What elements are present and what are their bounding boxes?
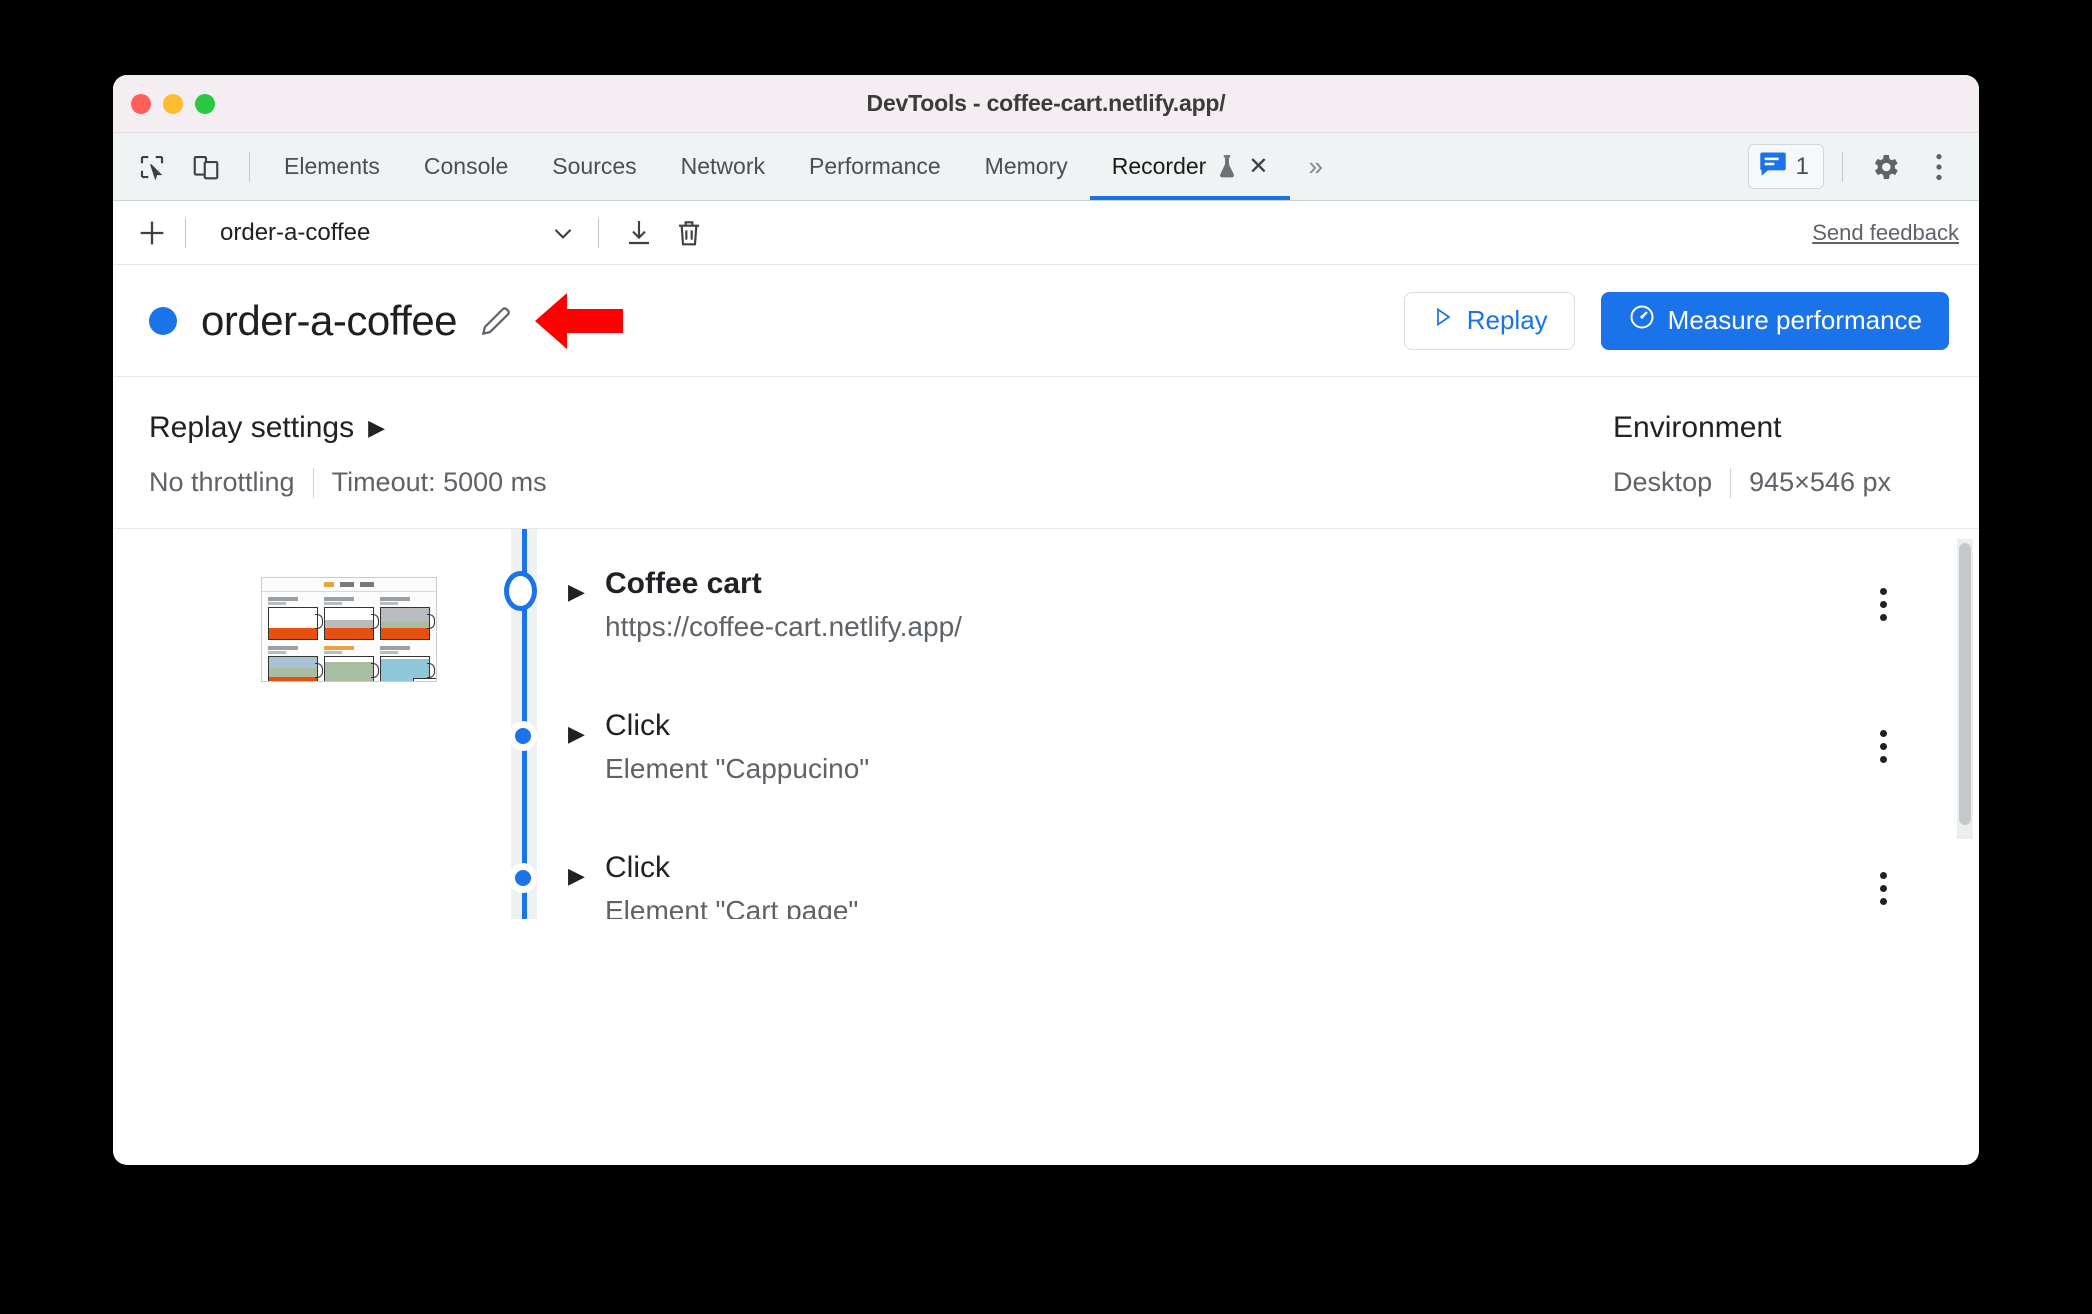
pencil-icon[interactable] [477, 302, 515, 340]
step-marker-start [504, 571, 537, 611]
red-arrow-annotation-icon [533, 290, 625, 352]
panel-tabs: Elements Console Sources Network Perform… [262, 133, 1291, 200]
window-titlebar: DevTools - coffee-cart.netlify.app/ [113, 75, 1979, 133]
toolbar-divider [249, 151, 250, 182]
close-icon[interactable]: ✕ [1248, 154, 1268, 179]
message-count-label: 1 [1795, 152, 1809, 180]
tab-label: Network [680, 153, 765, 179]
play-icon [1431, 305, 1455, 336]
more-tabs-icon[interactable]: » [1290, 133, 1336, 200]
measure-performance-button[interactable]: Measure performance [1600, 291, 1949, 350]
step-content: Click Element "Cappucino" [573, 701, 869, 821]
toolbar-divider [1842, 151, 1843, 182]
step-subtitle: https://coffee-cart.netlify.app/ [605, 611, 962, 642]
step-options-icon[interactable] [1865, 581, 1901, 627]
devtools-window: DevTools - coffee-cart.netlify.app/ Elem… [113, 75, 1979, 1165]
tab-label: Sources [552, 153, 637, 179]
tab-label: Performance [809, 153, 941, 179]
expand-step-icon[interactable]: ▶ [568, 723, 585, 745]
recording-title: order-a-coffee [201, 296, 458, 344]
viewport-value: 945×546 px [1749, 467, 1891, 497]
expand-step-icon[interactable]: ▶ [568, 865, 585, 887]
environment-heading: Environment [1613, 411, 1782, 444]
delete-recording-icon[interactable] [667, 211, 711, 255]
step-subtitle: Element "Cappucino" [605, 753, 870, 784]
recording-selector[interactable]: order-a-coffee [206, 218, 586, 248]
step-content: Coffee cart https://coffee-cart.netlify.… [573, 559, 962, 679]
tab-network[interactable]: Network [659, 133, 787, 200]
window-title: DevTools - coffee-cart.netlify.app/ [866, 90, 1226, 116]
step-options-icon[interactable] [1865, 865, 1901, 911]
steps-scrollbar[interactable] [1957, 539, 1973, 839]
step-subtitle: Element "Cart page" [605, 895, 859, 919]
step-marker-dot [509, 719, 537, 751]
step-row[interactable]: ▶ Click Element "Cart page" [113, 843, 1979, 919]
environment-summary: Desktop 945×546 px [1613, 467, 1891, 498]
tab-label: Elements [284, 153, 380, 179]
step-content: Click Element "Cart page" [573, 843, 858, 919]
step-title: Coffee cart [605, 567, 762, 600]
tab-recorder[interactable]: Recorder ✕ [1089, 133, 1291, 200]
replay-settings-toggle[interactable]: Replay settings ▶ [149, 411, 1613, 445]
replay-button[interactable]: Replay [1403, 291, 1575, 350]
recorder-toolbar: order-a-coffee Send feedback [113, 201, 1979, 265]
chevron-down-icon [548, 218, 586, 248]
selected-recording-label: order-a-coffee [220, 218, 371, 246]
replay-settings-heading: Replay settings [149, 411, 355, 444]
console-message-count-button[interactable]: 1 [1747, 144, 1824, 189]
devtools-tabstrip: Elements Console Sources Network Perform… [113, 133, 1979, 201]
expand-step-icon[interactable]: ▶ [568, 581, 585, 603]
tabstrip-left-icons [113, 133, 262, 200]
add-recording-button[interactable] [131, 212, 173, 254]
measure-performance-label: Measure performance [1667, 305, 1922, 335]
steps-list: ▶ Coffee cart https://coffee-cart.netlif… [113, 529, 1979, 919]
export-recording-icon[interactable] [617, 211, 661, 255]
step-row[interactable]: ▶ Coffee cart https://coffee-cart.netlif… [113, 559, 1979, 679]
tabstrip-right-icons: 1 [1747, 133, 1979, 200]
experimental-flask-icon [1216, 154, 1238, 180]
settings-environment-row: Replay settings ▶ No throttling Timeout:… [113, 377, 1979, 529]
device-value: Desktop [1613, 467, 1713, 497]
replay-button-label: Replay [1466, 305, 1548, 335]
performance-gauge-icon [1628, 303, 1656, 338]
message-bubble-icon [1759, 151, 1787, 182]
chevron-right-icon: ▶ [368, 415, 386, 440]
step-marker-dot [509, 861, 537, 893]
value-divider [312, 467, 314, 498]
send-feedback-link[interactable]: Send feedback [1812, 220, 1959, 246]
tab-sources[interactable]: Sources [530, 133, 658, 200]
tab-memory[interactable]: Memory [963, 133, 1090, 200]
step-title: Click [605, 851, 670, 884]
toolbar-divider [185, 217, 186, 248]
timeout-value: Timeout: 5000 ms [331, 467, 547, 497]
tab-label: Console [423, 153, 509, 179]
environment-section: Environment Desktop 945×546 px [1613, 411, 1943, 498]
toolbar-divider [598, 217, 599, 248]
more-options-icon[interactable] [1915, 143, 1963, 191]
step-options-icon[interactable] [1865, 723, 1901, 769]
recording-status-dot [149, 306, 177, 335]
tab-label: Recorder [1111, 153, 1207, 179]
replay-settings-section: Replay settings ▶ No throttling Timeout:… [149, 411, 1613, 498]
value-divider [1730, 467, 1732, 498]
step-title: Click [605, 709, 670, 742]
inspect-element-icon[interactable] [129, 144, 175, 190]
recording-header: order-a-coffee Replay Measure performanc… [113, 265, 1979, 377]
tab-elements[interactable]: Elements [262, 133, 402, 200]
tab-label: Memory [984, 153, 1068, 179]
device-toolbar-icon[interactable] [183, 144, 229, 190]
settings-gear-icon[interactable] [1861, 143, 1909, 191]
tab-console[interactable]: Console [402, 133, 530, 200]
recording-actions: Replay Measure performance [1403, 291, 1949, 350]
tab-performance[interactable]: Performance [787, 133, 963, 200]
throttling-value: No throttling [149, 467, 295, 497]
step-row[interactable]: ▶ Click Element "Cappucino" [113, 701, 1979, 821]
environment-heading-wrap: Environment [1613, 411, 1891, 445]
replay-settings-summary: No throttling Timeout: 5000 ms [149, 467, 1613, 498]
